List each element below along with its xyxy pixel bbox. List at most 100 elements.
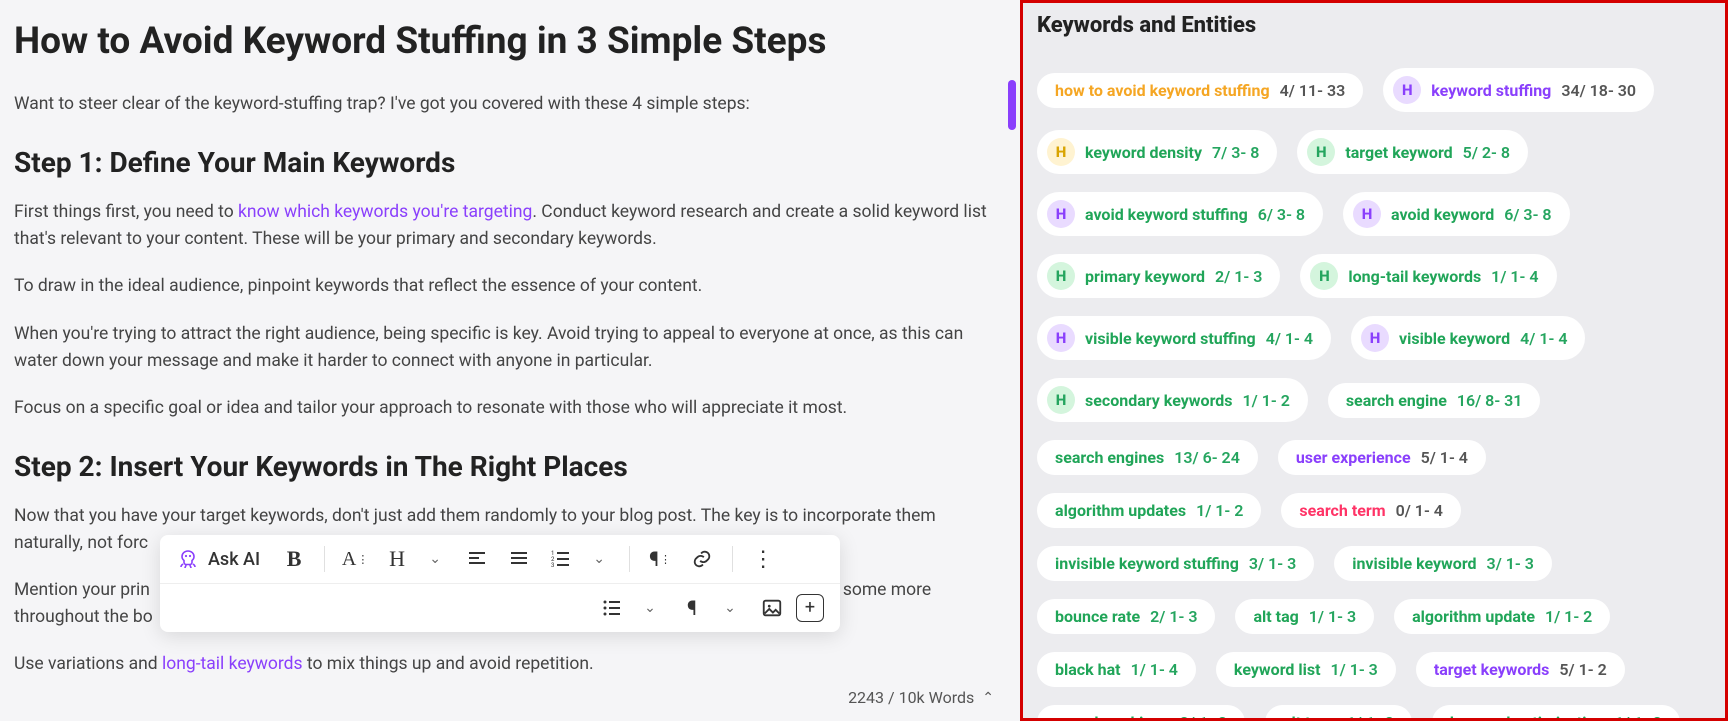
keyword-chip[interactable]: invisible keyword 3/ 1- 3 — [1334, 546, 1552, 581]
keyword-stats: 0/ 1- 4 — [1396, 501, 1443, 520]
step2-heading[interactable]: Step 2: Insert Your Keywords in The Righ… — [14, 450, 1006, 483]
paragraph-options-button[interactable]: ¶⋮ — [642, 541, 678, 577]
heading-dropdown[interactable]: ⌄ — [417, 541, 453, 577]
keyword-stats: 1/ 1- 2 — [1196, 501, 1243, 520]
bold-button[interactable]: B — [276, 541, 312, 577]
keyword-text: alt tags — [1283, 713, 1337, 721]
image-button[interactable] — [754, 590, 790, 626]
keyword-chip[interactable]: keyword list1/ 1- 3 — [1216, 652, 1396, 687]
keyword-chip-list: how to avoid keyword stuffing 4/ 11- 33 Hk… — [1037, 68, 1711, 721]
link-long-tail[interactable]: long-tail keywords — [162, 654, 303, 674]
keyword-chip[interactable]: keyword optimization1/ 1- 2 — [1432, 705, 1680, 721]
align-left-icon — [467, 549, 487, 569]
step1-p1[interactable]: First things first, you need to know whi… — [14, 199, 1006, 253]
keyword-chip[interactable]: alt tag1/ 1- 3 — [1235, 599, 1374, 634]
keyword-text: search engines — [1055, 448, 1164, 467]
keyword-chip[interactable]: user experience5/ 1- 4 — [1278, 440, 1486, 475]
word-count[interactable]: 2243 / 10k Words ⌃ — [848, 688, 994, 707]
separator — [732, 546, 733, 572]
heading-badge: H — [1047, 200, 1075, 228]
heading-badge: H — [1310, 262, 1338, 290]
keyword-stats: 16/ 8- 31 — [1457, 391, 1523, 410]
keyword-chip[interactable]: Hprimary keyword2/ 1- 3 — [1037, 254, 1280, 298]
keyword-chip[interactable]: search term0/ 1- 4 — [1281, 493, 1461, 528]
heading-badge: H — [1307, 138, 1335, 166]
keyword-text: keyword stuffing — [1431, 81, 1551, 100]
bullet-list-dropdown[interactable]: ⌄ — [632, 590, 668, 626]
keyword-text: invisible keyword — [1352, 554, 1476, 573]
keyword-chip[interactable]: Hvisible keyword4/ 1- 4 — [1351, 316, 1585, 360]
scrollbar-thumb[interactable] — [1008, 80, 1016, 130]
keyword-stats: 3/ 1- 3 — [1487, 554, 1534, 573]
svg-text:3: 3 — [551, 562, 554, 569]
keyword-stats: 5/ 2- 8 — [1463, 143, 1510, 162]
keyword-text: avoid keyword — [1391, 205, 1494, 224]
step2-p3[interactable]: Use variations and long-tail keywords to… — [14, 651, 1006, 678]
list-dropdown[interactable]: ⌄ — [581, 541, 617, 577]
keyword-stats: 1/ 1- 3 — [1309, 607, 1356, 626]
ai-octopus-icon — [176, 547, 200, 571]
more-options-button[interactable]: ⋮ — [745, 541, 781, 577]
keyword-chip[interactable]: algorithm update 1/ 1- 2 — [1394, 599, 1610, 634]
keyword-text: black hat — [1055, 660, 1121, 679]
font-options-button[interactable]: A⋮ — [337, 541, 373, 577]
keyword-chip[interactable]: alt tags1/ 1- 2 — [1265, 705, 1412, 721]
heading-badge: H — [1047, 324, 1075, 352]
keyword-text: search rankings — [1055, 713, 1170, 721]
keyword-text: algorithm update — [1412, 607, 1535, 626]
keyword-chip[interactable]: target keywords5/ 1- 2 — [1416, 652, 1625, 687]
keyword-text: keyword optimization — [1450, 713, 1605, 721]
heading-button[interactable]: H — [379, 541, 415, 577]
step1-p4[interactable]: Focus on a specific goal or idea and tai… — [14, 395, 1006, 422]
keyword-chip[interactable]: Hlong-tail keywords1/ 1- 4 — [1300, 254, 1556, 298]
keyword-chip[interactable]: bounce rate2/ 1- 3 — [1037, 599, 1215, 634]
step1-p2[interactable]: To draw in the ideal audience, pinpoint … — [14, 273, 1006, 300]
keyword-text: user experience — [1296, 448, 1411, 467]
justify-button[interactable] — [501, 541, 537, 577]
chevron-up-icon: ⌃ — [982, 690, 994, 706]
keyword-chip[interactable]: Havoid keyword 6/ 3- 8 — [1343, 192, 1570, 236]
keyword-stats: 6/ 3- 8 — [1504, 205, 1551, 224]
keyword-stats: 7/ 3- 8 — [1212, 143, 1259, 162]
keyword-text: search engine — [1346, 391, 1447, 410]
keyword-text: primary keyword — [1085, 267, 1205, 286]
step1-p3[interactable]: When you're trying to attract the right … — [14, 321, 1006, 375]
link-know-keywords[interactable]: know which keywords you're targeting — [238, 202, 532, 222]
keyword-text: avoid keyword stuffing — [1085, 205, 1248, 224]
intro-paragraph[interactable]: Want to steer clear of the keyword-stuff… — [14, 91, 1006, 118]
insert-block-button[interactable]: + — [796, 594, 824, 622]
keyword-chip[interactable]: Havoid keyword stuffing6/ 3- 8 — [1037, 192, 1323, 236]
align-button[interactable] — [459, 541, 495, 577]
keyword-chip[interactable]: search engine 16/ 8- 31 — [1328, 383, 1541, 418]
ask-ai-button[interactable]: Ask AI — [170, 541, 270, 577]
heading-badge: H — [1353, 200, 1381, 228]
numbered-list-icon: 123 — [551, 549, 571, 569]
keyword-stats: 4/ 1- 4 — [1266, 329, 1313, 348]
bullet-list-button[interactable] — [594, 590, 630, 626]
keyword-chip[interactable]: search rankings2/ 1- 2 — [1037, 705, 1245, 721]
keyword-chip[interactable]: search engines13/ 6- 24 — [1037, 440, 1258, 475]
keyword-chip[interactable]: how to avoid keyword stuffing 4/ 11- 33 — [1037, 73, 1363, 108]
keyword-stats: 1/ 1- 2 — [1545, 607, 1592, 626]
keyword-text: target keywords — [1434, 660, 1550, 679]
keyword-text: how to avoid keyword stuffing — [1055, 81, 1270, 100]
word-count-text: 2243 / 10k Words — [848, 688, 974, 707]
link-button[interactable] — [684, 541, 720, 577]
sidebar-title: Keywords and Entities — [1037, 13, 1711, 38]
keyword-chip[interactable]: algorithm updates1/ 1- 2 — [1037, 493, 1261, 528]
keyword-chip[interactable]: Hkeyword stuffing34/ 18- 30 — [1383, 68, 1654, 112]
keyword-chip[interactable]: black hat1/ 1- 4 — [1037, 652, 1196, 687]
keyword-chip[interactable]: Hsecondary keywords1/ 1- 2 — [1037, 378, 1308, 422]
paragraph-direction-button[interactable]: ¶ — [674, 590, 710, 626]
paragraph-direction-dropdown[interactable]: ⌄ — [712, 590, 748, 626]
keyword-chip[interactable]: invisible keyword stuffing3/ 1- 3 — [1037, 546, 1314, 581]
keyword-stats: 4/ 11- 33 — [1280, 81, 1346, 100]
keyword-text: secondary keywords — [1085, 391, 1233, 410]
keyword-stats: 2/ 1- 3 — [1150, 607, 1197, 626]
keyword-chip[interactable]: Hvisible keyword stuffing4/ 1- 4 — [1037, 316, 1331, 360]
keyword-chip[interactable]: Htarget keyword5/ 2- 8 — [1297, 130, 1528, 174]
list-button[interactable]: 123 — [543, 541, 579, 577]
step1-heading[interactable]: Step 1: Define Your Main Keywords — [14, 146, 1006, 179]
article-title[interactable]: How to Avoid Keyword Stuffing in 3 Simpl… — [14, 20, 1006, 63]
keyword-chip[interactable]: Hkeyword density7/ 3- 8 — [1037, 130, 1277, 174]
